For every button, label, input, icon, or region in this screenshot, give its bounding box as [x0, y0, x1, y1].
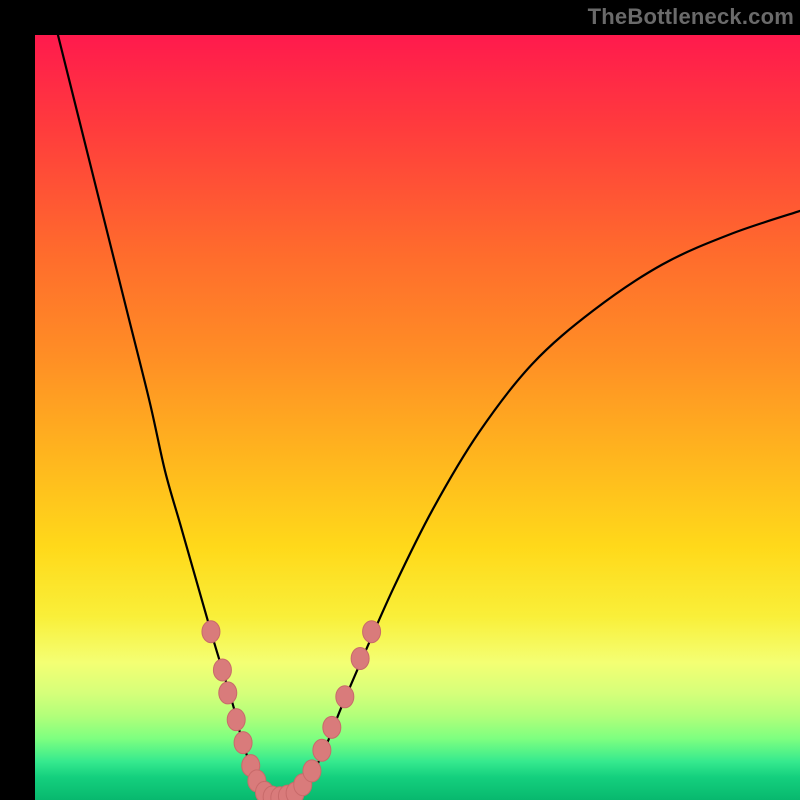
data-marker: [219, 682, 237, 704]
data-marker: [303, 760, 321, 782]
curve-group: [58, 35, 800, 799]
chart-frame: TheBottleneck.com: [0, 0, 800, 800]
data-marker: [202, 621, 220, 643]
data-marker: [313, 739, 331, 761]
curve-right: [295, 211, 800, 795]
data-marker: [363, 621, 381, 643]
data-marker: [227, 709, 245, 731]
chart-svg: [35, 35, 800, 800]
data-marker: [213, 659, 231, 681]
plot-area: [35, 35, 800, 800]
data-marker: [234, 732, 252, 754]
curve-left: [58, 35, 265, 796]
data-marker: [336, 686, 354, 708]
data-marker: [351, 647, 369, 669]
watermark-text: TheBottleneck.com: [588, 4, 794, 30]
data-marker: [323, 716, 341, 738]
markers-group: [202, 621, 381, 800]
